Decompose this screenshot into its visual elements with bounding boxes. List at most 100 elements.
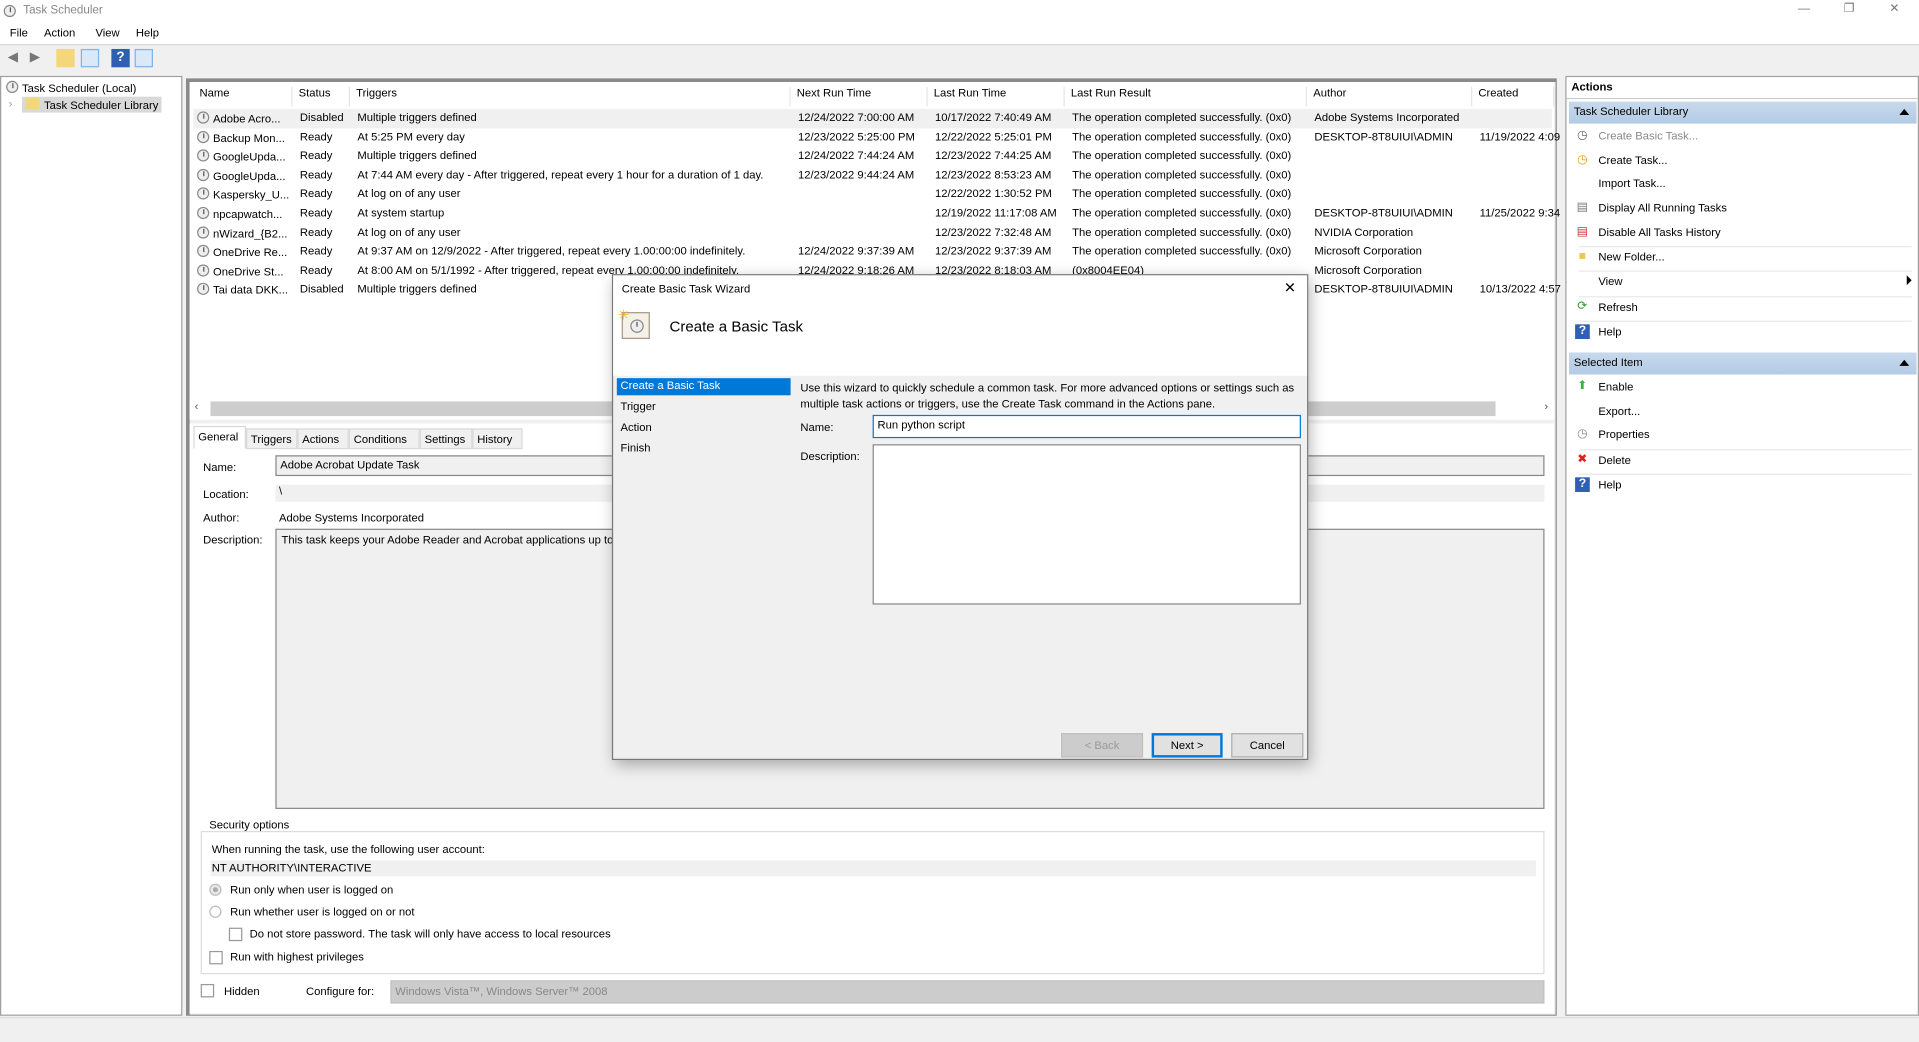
close-icon[interactable]: ✕ [1284, 279, 1296, 296]
table-cell: The operation completed successfully. (0… [1072, 130, 1312, 142]
table-row[interactable]: Adobe Acro... Disabled Multiple triggers d… [193, 108, 1552, 129]
section-task-scheduler-library[interactable]: Task Scheduler Library [1568, 101, 1917, 124]
forward-icon[interactable]: ▶ [26, 49, 44, 67]
expand-chevron-icon[interactable]: › [9, 98, 13, 110]
table-cell: The operation completed successfully. (0… [1072, 188, 1312, 200]
show-hide-console-tree-icon[interactable] [80, 48, 100, 68]
action-export[interactable]: Export... [1569, 400, 1912, 423]
cell-text: Tai data DKK... [212, 284, 288, 297]
action-delete[interactable]: ✖ Delete [1569, 449, 1912, 472]
menu-view[interactable]: View [95, 27, 119, 39]
folder-icon [25, 97, 40, 109]
table-row[interactable]: OneDrive Re... Ready At 9:37 AM on 12/9/20… [193, 243, 1551, 262]
tab-settings[interactable]: Settings [419, 428, 473, 450]
wizard-name-input[interactable]: Run python script [872, 414, 1301, 439]
wizard-step-trigger[interactable]: Trigger [617, 399, 791, 416]
table-cell: 12/19/2022 11:17:08 AM [935, 207, 1070, 219]
action-create-task[interactable]: ◷ Create Task... [1569, 149, 1912, 172]
table-row[interactable]: npcapwatch... Ready At system startup 12/19… [193, 204, 1560, 223]
menu-action[interactable]: Action [44, 27, 75, 39]
scroll-left-icon[interactable]: ‹ [195, 400, 199, 412]
action-disable-all-tasks-history[interactable]: ▤ Disable All Tasks History [1569, 221, 1912, 244]
highest-privileges-checkbox[interactable] [209, 950, 223, 965]
wizard-step-finish[interactable]: Finish [617, 441, 791, 458]
tree-root-label: Task Scheduler (Local) [22, 81, 137, 95]
wizard-step-create-a-basic-task[interactable]: Create a Basic Task [616, 378, 791, 396]
column-header[interactable]: Name [193, 86, 293, 107]
run-logged-on-radio[interactable] [209, 883, 222, 896]
action-create-basic-task[interactable]: ◷ Create Basic Task... [1569, 125, 1912, 148]
action-new-folder[interactable]: ■ New Folder... [1569, 246, 1912, 269]
tab-actions[interactable]: Actions [297, 428, 349, 450]
wizard-description-input[interactable] [872, 444, 1301, 605]
cell-text: The operation completed successfully. (0… [1072, 225, 1292, 239]
hidden-checkbox[interactable] [200, 983, 215, 998]
action-help[interactable]: ? Help [1569, 474, 1912, 497]
cell-text: Microsoft Corporation [1314, 244, 1422, 258]
column-header[interactable]: Last Run Time [928, 86, 1065, 107]
menu-file[interactable]: File [10, 27, 28, 39]
task-name-cell: Backup Mon... [197, 130, 300, 144]
action-properties[interactable]: ◷ Properties [1569, 424, 1912, 447]
table-row[interactable]: Backup Mon... Ready At 5:25 PM every day 12… [193, 128, 1560, 147]
table-row[interactable]: GoogleUpda... Ready Multiple triggers defi… [193, 147, 1551, 166]
menu-help[interactable]: Help [136, 27, 159, 39]
action-view[interactable]: View [1569, 271, 1912, 294]
table-cell: 12/23/2022 7:44:25 AM [935, 150, 1070, 162]
run-whether-radio[interactable] [209, 905, 222, 918]
cell-text: 12/23/2022 9:44:24 AM [797, 168, 915, 181]
tab-general[interactable]: General [193, 425, 246, 450]
tree-item-local[interactable]: Task Scheduler (Local) [6, 80, 137, 95]
cell-text: npcapwatch... [212, 208, 283, 221]
cancel-button[interactable]: Cancel [1231, 733, 1304, 758]
table-cell: Ready [300, 150, 356, 162]
table-cell: Multiple triggers defined [357, 111, 795, 123]
scroll-right-icon[interactable]: › [1544, 400, 1548, 412]
collapse-icon[interactable] [1899, 108, 1910, 116]
action-display-all-running-tasks[interactable]: ▤ Display All Running Tasks [1569, 197, 1912, 220]
account-label: When running the task, use the following… [211, 843, 485, 856]
up-folder-icon[interactable] [56, 48, 75, 68]
column-header[interactable]: Triggers [350, 86, 791, 107]
cell-text: At 5:25 PM every day [357, 130, 465, 143]
collapse-icon[interactable] [1899, 359, 1910, 366]
minimize-button[interactable]: — [1792, 2, 1816, 15]
table-cell: At 9:37 AM on 12/9/2022 - After triggere… [357, 245, 795, 257]
action-enable[interactable]: ⬆ Enable [1569, 376, 1912, 399]
table-cell: Disabled [300, 283, 356, 295]
configure-for-select[interactable]: Windows Vista™, Windows Server™ 2008 [390, 980, 1545, 1004]
tab-triggers[interactable]: Triggers [245, 428, 298, 450]
author-label: Author: [203, 511, 240, 524]
name-label: Name: [203, 461, 237, 474]
help-icon[interactable]: ? [111, 48, 130, 68]
table-row[interactable]: nWizard_{B2... Ready At log on of any user… [193, 223, 1551, 242]
wizard-step-action[interactable]: Action [617, 420, 791, 437]
action-label: Help [1598, 478, 1622, 491]
column-header[interactable]: Status [293, 86, 351, 107]
section-selected-item[interactable]: Selected Item [1568, 352, 1917, 375]
configure-for-label: Configure for: [305, 985, 375, 998]
table-cell: The operation completed successfully. (0… [1072, 150, 1312, 162]
tree-item-library[interactable]: Task Scheduler Library [22, 96, 163, 113]
show-hide-action-pane-icon[interactable] [134, 48, 153, 68]
back-icon[interactable]: ◀ [4, 49, 22, 67]
action-help[interactable]: ? Help [1569, 321, 1912, 344]
action-refresh[interactable]: ⟳ Refresh [1569, 296, 1912, 319]
restore-button[interactable]: ❐ [1837, 2, 1861, 15]
table-row[interactable]: Kaspersky_U... Ready At log on of any user… [193, 185, 1551, 204]
task-clock-icon [197, 111, 210, 124]
tab-history[interactable]: History [472, 428, 523, 450]
table-row[interactable]: GoogleUpda... Ready At 7:44 AM every day -… [193, 166, 1551, 185]
column-header[interactable]: Author [1307, 86, 1473, 107]
do-not-store-password-checkbox[interactable] [228, 927, 243, 942]
column-header[interactable]: Next Run Time [791, 86, 928, 107]
column-header[interactable]: Created [1472, 86, 1555, 107]
security-options-legend: Security options [206, 818, 292, 831]
action-import-task[interactable]: Import Task... [1569, 173, 1912, 196]
tab-conditions[interactable]: Conditions [348, 428, 420, 450]
clock-icon [6, 80, 19, 94]
next-button[interactable]: Next > [1151, 733, 1223, 758]
close-button[interactable]: ✕ [1882, 2, 1906, 15]
column-header[interactable]: Last Run Result [1065, 86, 1308, 107]
back-button[interactable]: < Back [1061, 733, 1144, 758]
